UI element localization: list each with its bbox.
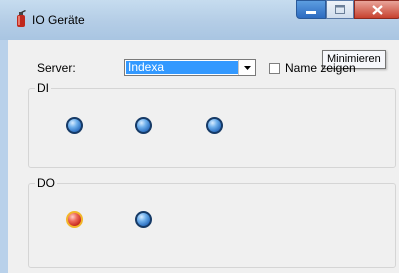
chevron-down-icon bbox=[243, 65, 251, 70]
maximize-button[interactable] bbox=[326, 0, 354, 19]
title-bar[interactable]: IO Geräte bbox=[0, 0, 399, 40]
do-group: DO bbox=[28, 176, 396, 268]
do-indicator-2 bbox=[135, 211, 152, 228]
di-indicator-3 bbox=[206, 117, 223, 134]
show-name-label[interactable]: Name zeigen bbox=[285, 61, 356, 75]
window-title: IO Geräte bbox=[32, 13, 85, 27]
fire-extinguisher-icon bbox=[17, 10, 26, 27]
di-indicator-1 bbox=[66, 117, 83, 134]
server-dropdown-button[interactable] bbox=[238, 60, 255, 75]
window: IO Geräte Minimieren Server: Indexa Name… bbox=[0, 0, 399, 273]
window-controls bbox=[296, 0, 399, 19]
close-button[interactable] bbox=[354, 0, 399, 19]
server-select[interactable]: Indexa bbox=[124, 59, 256, 76]
di-group-title: DI bbox=[35, 81, 51, 95]
minimize-icon bbox=[306, 10, 316, 14]
do-indicator-1 bbox=[66, 211, 83, 228]
maximize-icon bbox=[335, 5, 345, 14]
show-name-checkbox[interactable] bbox=[269, 63, 280, 74]
di-indicator-2 bbox=[135, 117, 152, 134]
close-icon bbox=[372, 4, 383, 15]
di-group: DI bbox=[28, 81, 396, 168]
server-label: Server: bbox=[37, 61, 76, 75]
minimize-button[interactable] bbox=[296, 0, 326, 19]
do-group-title: DO bbox=[35, 176, 57, 190]
server-selected-value: Indexa bbox=[126, 61, 238, 74]
